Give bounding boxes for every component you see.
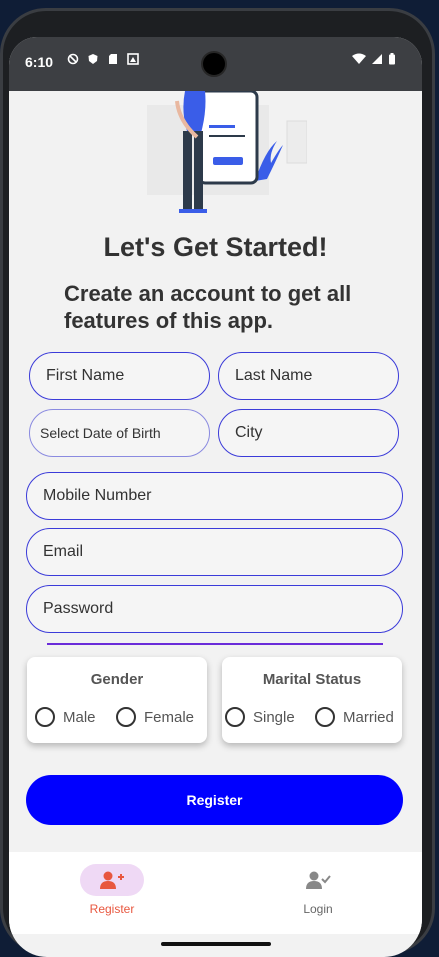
gender-female-label: Female — [144, 708, 195, 726]
page-subtitle: Create an account to get all features of… — [64, 281, 352, 333]
notification-icons — [67, 53, 139, 65]
nav-item-login[interactable]: Login — [215, 864, 421, 916]
do-not-disturb-icon — [67, 53, 79, 65]
nav-item-register[interactable]: Register — [9, 864, 215, 916]
marital-married-label: Married — [343, 708, 394, 726]
email-placeholder: Email — [43, 543, 84, 560]
app-screen: 6:10 Let's Get Started! Create an accoun… — [9, 37, 422, 957]
sd-card-icon — [109, 54, 117, 64]
nav-active-indicator — [80, 864, 144, 896]
last-name-field[interactable]: Last Name — [218, 352, 399, 400]
last-name-placeholder: Last Name — [235, 367, 313, 384]
password-placeholder: Password — [43, 600, 114, 617]
status-time: 6:10 — [25, 54, 54, 70]
radio-circle[interactable] — [35, 707, 55, 727]
photo-icon — [127, 53, 139, 65]
system-icons — [352, 53, 396, 65]
signal-icon — [372, 54, 382, 64]
signup-illustration — [147, 91, 307, 213]
gender-card: Gender Male Female — [27, 657, 207, 743]
email-field[interactable]: Email — [26, 528, 403, 576]
gender-male-label: Male — [63, 708, 96, 726]
date-of-birth-field[interactable]: Select Date of Birth — [29, 409, 210, 457]
register-button[interactable]: Register — [26, 775, 403, 825]
front-camera — [201, 51, 227, 77]
radio-circle[interactable] — [116, 707, 136, 727]
phone-frame: 6:10 Let's Get Started! Create an accoun… — [0, 8, 435, 957]
gender-title: Gender — [90, 671, 144, 688]
city-placeholder: City — [235, 424, 263, 441]
gender-male-radio[interactable]: Male — [35, 707, 96, 727]
battery-icon — [389, 53, 395, 65]
person-check-icon — [306, 871, 331, 889]
bottom-navigation: Register Login — [9, 852, 422, 934]
status-bar: 6:10 — [9, 37, 422, 91]
wifi-icon — [352, 53, 366, 64]
marital-status-card: Marital Status Single Married — [222, 657, 402, 743]
first-name-field[interactable]: First Name — [29, 352, 210, 400]
first-name-placeholder: First Name — [46, 367, 125, 384]
nav-login-label: Login — [303, 902, 333, 916]
mobile-number-field[interactable]: Mobile Number — [26, 472, 403, 520]
marital-single-label: Single — [253, 708, 295, 726]
home-indicator[interactable] — [161, 942, 271, 946]
gender-female-radio[interactable]: Female — [116, 707, 194, 727]
radio-circle[interactable] — [225, 707, 245, 727]
nav-icon-container — [286, 864, 350, 896]
shield-icon — [88, 54, 98, 64]
form-divider — [47, 643, 383, 645]
page-title: Let's Get Started! — [103, 232, 328, 262]
nav-register-label: Register — [89, 902, 135, 916]
city-field[interactable]: City — [218, 409, 399, 457]
marital-status-title: Marital Status — [262, 671, 362, 688]
marital-married-radio[interactable]: Married — [315, 707, 394, 727]
date-of-birth-placeholder: Select Date of Birth — [40, 425, 161, 441]
marital-single-radio[interactable]: Single — [225, 707, 295, 727]
password-field[interactable]: Password — [26, 585, 403, 633]
radio-circle[interactable] — [315, 707, 335, 727]
mobile-number-placeholder: Mobile Number — [43, 487, 152, 504]
add-person-icon — [100, 871, 124, 889]
